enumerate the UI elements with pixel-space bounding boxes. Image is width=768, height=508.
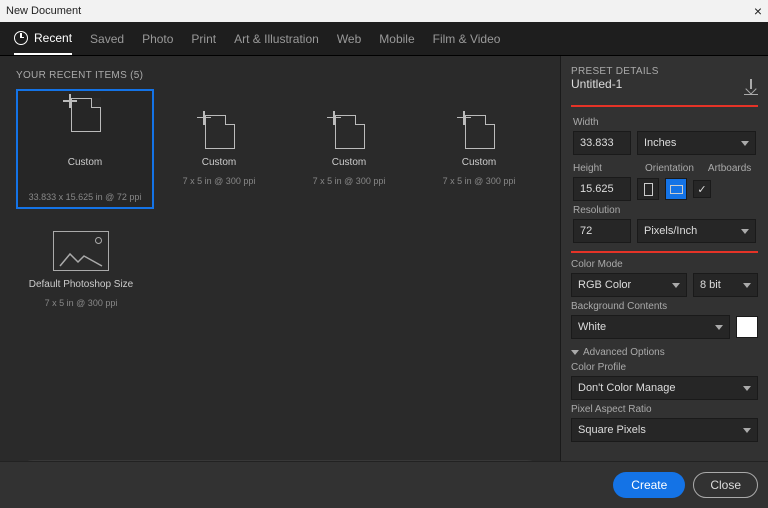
artboards-label: Artboards: [708, 163, 751, 174]
color-profile-label: Color Profile: [571, 362, 758, 373]
artboards-checkbox[interactable]: ✓: [693, 180, 711, 198]
preset-card[interactable]: Custom 7 x 5 in @ 300 ppi: [284, 89, 414, 209]
preset-subtitle: 7 x 5 in @ 300 ppi: [183, 176, 256, 186]
dialog-footer: Create Close: [560, 461, 768, 508]
tab-recent[interactable]: Recent: [14, 22, 72, 55]
preset-card[interactable]: Custom 7 x 5 in @ 300 ppi: [154, 89, 284, 209]
orientation-portrait[interactable]: [637, 178, 659, 200]
close-icon[interactable]: ×: [754, 3, 762, 19]
recent-items-label: YOUR RECENT ITEMS (5): [16, 70, 544, 81]
height-input[interactable]: [573, 177, 631, 201]
category-tabs: Recent Saved Photo Print Art & Illustrat…: [0, 22, 768, 56]
chevron-down-icon: [672, 283, 680, 288]
preset-card[interactable]: Custom 7 x 5 in @ 300 ppi: [414, 89, 544, 209]
pixel-aspect-select[interactable]: Square Pixels: [571, 418, 758, 442]
chevron-down-icon: [743, 428, 751, 433]
preset-title: Custom: [332, 157, 366, 168]
tab-mobile[interactable]: Mobile: [379, 22, 414, 55]
background-label: Background Contents: [571, 301, 758, 312]
chevron-down-icon: [741, 229, 749, 234]
pixel-aspect-label: Pixel Aspect Ratio: [571, 404, 758, 415]
clock-icon: [14, 31, 28, 45]
preset-subtitle: 7 x 5 in @ 300 ppi: [443, 176, 516, 186]
tab-photo[interactable]: Photo: [142, 22, 173, 55]
create-button[interactable]: Create: [613, 472, 685, 498]
height-label: Height: [573, 163, 631, 174]
document-name[interactable]: Untitled-1: [571, 77, 622, 91]
download-preset-icon[interactable]: [744, 81, 758, 95]
resolution-label: Resolution: [573, 205, 756, 216]
chevron-down-icon: [741, 141, 749, 146]
preset-subtitle: 7 x 5 in @ 300 ppi: [313, 176, 386, 186]
tab-art[interactable]: Art & Illustration: [234, 22, 319, 55]
close-button[interactable]: Close: [693, 472, 758, 498]
background-select[interactable]: White: [571, 315, 730, 339]
chevron-down-icon: [743, 386, 751, 391]
advanced-options-toggle[interactable]: Advanced Options: [571, 347, 758, 358]
bit-depth-select[interactable]: 8 bit: [693, 273, 758, 297]
width-input[interactable]: [573, 131, 631, 155]
width-unit-select[interactable]: Inches: [637, 131, 756, 155]
width-label: Width: [573, 117, 756, 128]
preset-title: Custom: [68, 157, 102, 168]
color-mode-label: Color Mode: [571, 259, 758, 270]
preset-details-label: PRESET DETAILS: [571, 66, 758, 77]
document-icon: [63, 96, 107, 132]
tab-print[interactable]: Print: [191, 22, 216, 55]
title-bar: New Document ×: [0, 0, 768, 22]
color-profile-select[interactable]: Don't Color Manage: [571, 376, 758, 400]
preset-details-panel: PRESET DETAILS Untitled-1 Width Inches H…: [560, 56, 768, 508]
tab-saved[interactable]: Saved: [90, 22, 124, 55]
photo-icon: [53, 231, 109, 271]
preset-title: Default Photoshop Size: [29, 279, 134, 290]
color-mode-select[interactable]: RGB Color: [571, 273, 687, 297]
highlighted-dimensions: Width Inches Height Orientation Artboard…: [571, 105, 758, 253]
background-swatch[interactable]: [736, 316, 758, 338]
chevron-down-icon: [715, 325, 723, 330]
preset-card[interactable]: Default Photoshop Size 7 x 5 in @ 300 pp…: [16, 209, 146, 329]
preset-title: Custom: [462, 157, 496, 168]
document-icon: [457, 113, 501, 149]
tab-film[interactable]: Film & Video: [433, 22, 501, 55]
resolution-unit-select[interactable]: Pixels/Inch: [637, 219, 756, 243]
preset-grid-panel: YOUR RECENT ITEMS (5) Custom 33.833 x 15…: [0, 56, 560, 508]
chevron-down-icon: [571, 350, 579, 355]
document-icon: [327, 113, 371, 149]
orientation-label: Orientation: [645, 163, 694, 174]
chevron-down-icon: [743, 283, 751, 288]
preset-subtitle: 33.833 x 15.625 in @ 72 ppi: [29, 192, 142, 202]
window-title: New Document: [6, 5, 81, 17]
orientation-landscape[interactable]: [665, 178, 687, 200]
preset-card[interactable]: Custom 33.833 x 15.625 in @ 72 ppi: [16, 89, 154, 209]
preset-subtitle: 7 x 5 in @ 300 ppi: [45, 298, 118, 308]
preset-title: Custom: [202, 157, 236, 168]
tab-web[interactable]: Web: [337, 22, 361, 55]
resolution-input[interactable]: [573, 219, 631, 243]
document-icon: [197, 113, 241, 149]
